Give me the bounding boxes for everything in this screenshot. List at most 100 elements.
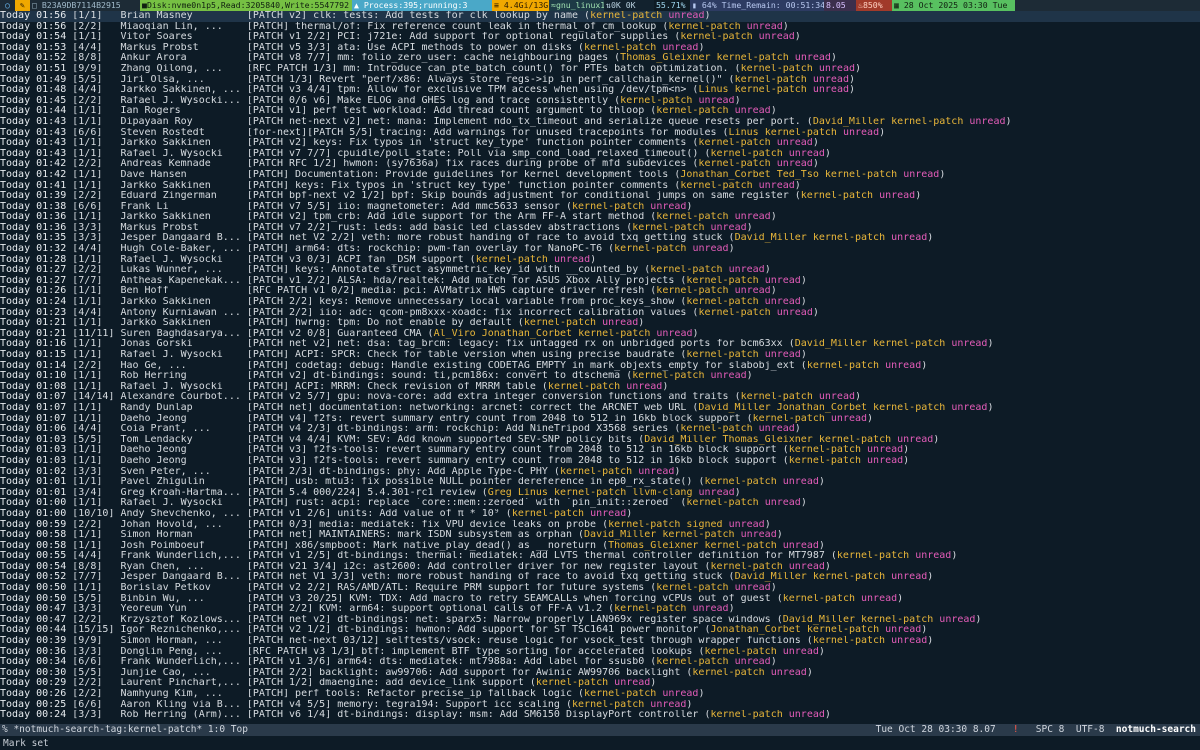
thread-row[interactable]: Today 01:56 [1/1] Brian Masney [PATCH v2… xyxy=(0,11,1200,22)
thread-row[interactable]: Today 01:43 [6/6] Steven Rostedt [for-ne… xyxy=(0,128,1200,139)
thread-row[interactable]: Today 01:24 [1/1] Jarkko Sakkinen [PATCH… xyxy=(0,297,1200,308)
thread-row[interactable]: Today 01:03 [5/5] Tom Lendacky [PATCH v4… xyxy=(0,435,1200,446)
thread-date: Today 01:27 xyxy=(0,265,67,276)
thread-row[interactable]: Today 01:43 [1/1] Dipayaan Roy [PATCH ne… xyxy=(0,117,1200,128)
workspace-1[interactable]: ○ xyxy=(0,0,15,11)
thread-row[interactable]: Today 00:26 [2/2] Namhyung Kim, ... [PAT… xyxy=(0,689,1200,700)
thread-subject: [PATCH 2/2] KVM: arm64: support optional… xyxy=(246,604,603,615)
thread-row[interactable]: Today 01:00 [1/1] Rafael J. Wysocki [PAT… xyxy=(0,498,1200,509)
thread-authors: Aaron Kling via B... xyxy=(120,699,241,710)
thread-row[interactable]: Today 00:44 [15/15] Igor Reznichenko,...… xyxy=(0,625,1200,636)
thread-row[interactable]: Today 00:34 [6/6] Frank Wunderlich,... [… xyxy=(0,657,1200,668)
thread-tag: kernel-patch xyxy=(800,191,874,202)
thread-row[interactable]: Today 00:52 [7/7] Jesper Dangaard B... [… xyxy=(0,572,1200,583)
thread-date: Today 00:47 xyxy=(0,604,67,615)
thread-row[interactable]: Today 00:59 [2/2] Johan Hovold, ... [PAT… xyxy=(0,520,1200,531)
thread-row[interactable]: Today 01:02 [3/3] Sven Peter, ... [PATCH… xyxy=(0,467,1200,478)
thread-row[interactable]: Today 00:58 [1/1] Josh Poimboeuf [PATCH]… xyxy=(0,541,1200,552)
thread-row[interactable]: Today 01:48 [4/4] Jarkko Sakkinen, ... [… xyxy=(0,85,1200,96)
thread-row[interactable]: Today 01:49 [5/5] Jiri Olsa, ... [PATCH … xyxy=(0,75,1200,86)
thread-row[interactable]: Today 00:50 [5/5] Binbin Wu, ... [PATCH … xyxy=(0,594,1200,605)
thread-row[interactable]: Today 01:26 [1/1] Ben Hoff [RFC PATCH v1… xyxy=(0,286,1200,297)
thread-row[interactable]: Today 01:42 [1/1] Dave Hansen [PATCH] Do… xyxy=(0,170,1200,181)
thread-date: Today 01:53 xyxy=(0,42,67,53)
thread-row[interactable]: Today 00:47 [2/2] Krzysztof Kozlows... [… xyxy=(0,615,1200,626)
thread-subject: [PATCH v8 7/7] mm: folio_zero_user: cach… xyxy=(246,53,609,64)
thread-row[interactable]: Today 01:28 [1/1] Rafael J. Wysocki [PAT… xyxy=(0,255,1200,266)
thread-row[interactable]: Today 00:54 [8/8] Ryan Chen, ... [PATCH … xyxy=(0,562,1200,573)
thread-row[interactable]: Today 01:39 [2/2] Eduard Zingerman [PATC… xyxy=(0,191,1200,202)
thread-row[interactable]: Today 00:55 [4/4] Frank Wunderlich,... [… xyxy=(0,551,1200,562)
thread-row[interactable]: Today 01:00 [10/10] Andy Shevchenko, ...… xyxy=(0,509,1200,520)
thread-date: Today 00:44 xyxy=(0,625,67,636)
thread-row[interactable]: Today 01:36 [1/1] Jarkko Sakkinen [PATCH… xyxy=(0,212,1200,223)
thread-row[interactable]: Today 01:42 [2/2] Andreas Kemnade [PATCH… xyxy=(0,159,1200,170)
thread-row[interactable]: Today 00:24 [3/3] Rob Herring (Arm)... [… xyxy=(0,710,1200,721)
workspace-2[interactable]: ✎ xyxy=(15,0,30,11)
thread-row[interactable]: Today 01:03 [1/1] Daeho Jeong [PATCH v3]… xyxy=(0,445,1200,456)
thread-row[interactable]: Today 01:14 [2/2] Hao Ge, ... [PATCH] co… xyxy=(0,361,1200,372)
thread-tag: unread xyxy=(728,265,765,276)
thread-subject: [PATCH v2 1/2] dt-bindings: hwmon: Add s… xyxy=(246,625,699,636)
thread-row[interactable]: Today 01:27 [2/2] Lukas Wunner, ... [PAT… xyxy=(0,265,1200,276)
thread-row[interactable]: Today 01:51 [9/9] Zhang Qilong, ... [RFC… xyxy=(0,64,1200,75)
thread-tag: kernel-patch xyxy=(650,265,723,276)
thread-row[interactable]: Today 01:27 [7/7] Antheas Kapenekak... [… xyxy=(0,276,1200,287)
thread-subject: [RFC PATCH 1/3] mm: Introduce can_pte_ba… xyxy=(246,63,729,74)
thread-subject: [PATCH 2/2] backlight: aw99706: Add supp… xyxy=(246,667,681,678)
thread-row[interactable]: Today 01:21 [11/11] Suren Baghdasarya...… xyxy=(0,329,1200,340)
thread-row[interactable]: Today 00:36 [3/3] Donglin Peng, ... [RFC… xyxy=(0,647,1200,658)
thread-row[interactable]: Today 01:53 [4/4] Markus Probst [PATCH v… xyxy=(0,43,1200,54)
thread-row[interactable]: Today 01:01 [1/1] Pavel Zhigulin [PATCH]… xyxy=(0,477,1200,488)
traffic-stat: ⇅ 0K 0K xyxy=(604,0,654,11)
thread-count: [6/6] xyxy=(72,699,103,710)
thread-row[interactable]: Today 01:07 [1/1] Randy Dunlap [PATCH ne… xyxy=(0,403,1200,414)
thread-row[interactable]: Today 00:30 [5/5] Junjie Cao, ... [PATCH… xyxy=(0,668,1200,679)
thread-row[interactable]: Today 01:06 [4/4] Coia Prant, ... [PATCH… xyxy=(0,424,1200,435)
thread-row[interactable]: Today 01:45 [2/2] Rafael J. Wysocki... [… xyxy=(0,96,1200,107)
thread-row[interactable]: Today 01:56 [2/2] Miaoqian Lin, ... [PAT… xyxy=(0,22,1200,33)
thread-subject: [RFC PATCH v3 1/3] btf: implement BTF ty… xyxy=(246,646,693,657)
thread-tag: unread xyxy=(626,381,663,392)
thread-authors: Josh Poimboeuf xyxy=(120,540,205,551)
thread-row[interactable]: Today 01:16 [1/1] Jonas Gorski [PATCH ne… xyxy=(0,339,1200,350)
thread-date: Today 00:52 xyxy=(0,572,67,583)
thread-row[interactable]: Today 01:10 [1/1] Rob Herring [PATCH v2]… xyxy=(0,371,1200,382)
thread-authors: Jarkko Sakkinen xyxy=(120,297,211,308)
minibuffer[interactable]: Mark set xyxy=(0,737,1200,750)
thread-row[interactable]: Today 00:25 [6/6] Aaron Kling via B... [… xyxy=(0,700,1200,711)
thread-row[interactable]: Today 01:23 [4/4] Antony Kurniawan ... [… xyxy=(0,308,1200,319)
thread-date: Today 01:07 xyxy=(0,392,67,403)
thread-subject: [PATCH] arm64: dts: rockchip: pwm-fan ov… xyxy=(246,244,603,255)
thread-authors: Dave Hansen xyxy=(120,169,187,180)
thread-row[interactable]: Today 00:58 [1/1] Simon Horman [PATCH ne… xyxy=(0,530,1200,541)
thread-authors: Borislav Petkov xyxy=(120,583,211,594)
thread-row[interactable]: Today 01:44 [1/1] Ian Rogers [PATCH v1] … xyxy=(0,106,1200,117)
mode-line-right: Tue Oct 28 03:30 8.07 ! SPC 8 UTF-8 notm… xyxy=(876,724,1196,736)
thread-row[interactable]: Today 00:47 [3/3] Yeoreum Yun [PATCH 2/2… xyxy=(0,604,1200,615)
thread-row[interactable]: Today 01:07 [14/14] Alexandre Courbot...… xyxy=(0,392,1200,403)
thread-row[interactable]: Today 00:50 [1/1] Borislav Petkov [PATCH… xyxy=(0,583,1200,594)
thread-row[interactable]: Today 01:54 [1/1] Vitor Soares [PATCH v1… xyxy=(0,32,1200,43)
thread-row[interactable]: Today 01:15 [1/1] Rafael J. Wysocki [PAT… xyxy=(0,350,1200,361)
thread-row[interactable]: Today 01:35 [3/3] Jesper Dangaard B... [… xyxy=(0,233,1200,244)
thread-subject: [PATCH net V1 3/3] veth: more robust han… xyxy=(246,572,723,583)
thread-count: [1/1] xyxy=(72,169,103,180)
thread-row[interactable]: Today 01:36 [3/3] Markus Probst [PATCH v… xyxy=(0,223,1200,234)
thread-row[interactable]: Today 01:03 [1/1] Daeho Jeong [PATCH v3]… xyxy=(0,456,1200,467)
thread-row[interactable]: Today 01:01 [3/4] Greg Kroah-Hartma... [… xyxy=(0,488,1200,499)
thread-row[interactable]: Today 00:39 [9/9] Simon Horman, ... [PAT… xyxy=(0,636,1200,647)
thread-row[interactable]: Today 01:43 [1/1] Rafael J. Wysocki [PAT… xyxy=(0,149,1200,160)
thread-row[interactable]: Today 00:29 [2/2] Laurent Pinchart,... [… xyxy=(0,678,1200,689)
thread-row[interactable]: Today 01:07 [1/1] Daeho Jeong [PATCH v4]… xyxy=(0,414,1200,425)
thread-row[interactable]: Today 01:08 [1/1] Rafael J. Wysocki [PAT… xyxy=(0,382,1200,393)
thread-row[interactable]: Today 01:21 [1/1] Jarkko Sakkinen [PATCH… xyxy=(0,318,1200,329)
thread-row[interactable]: Today 01:32 [4/4] Hugh Cole-Baker, ... [… xyxy=(0,244,1200,255)
thread-row[interactable]: Today 01:41 [1/1] Jarkko Sakkinen [PATCH… xyxy=(0,181,1200,192)
thread-tag: unread xyxy=(830,413,868,424)
thread-row[interactable]: Today 01:43 [1/1] Jarkko Sakkinen [PATCH… xyxy=(0,138,1200,149)
thread-tag: kernel-patch xyxy=(812,572,886,583)
thread-row[interactable]: Today 01:52 [8/8] Ankur Arora [PATCH v8 … xyxy=(0,53,1200,64)
thread-row[interactable]: Today 01:38 [6/6] Frank Li [PATCH v7 5/5… xyxy=(0,202,1200,213)
thread-tag: kernel-patch xyxy=(704,477,777,488)
